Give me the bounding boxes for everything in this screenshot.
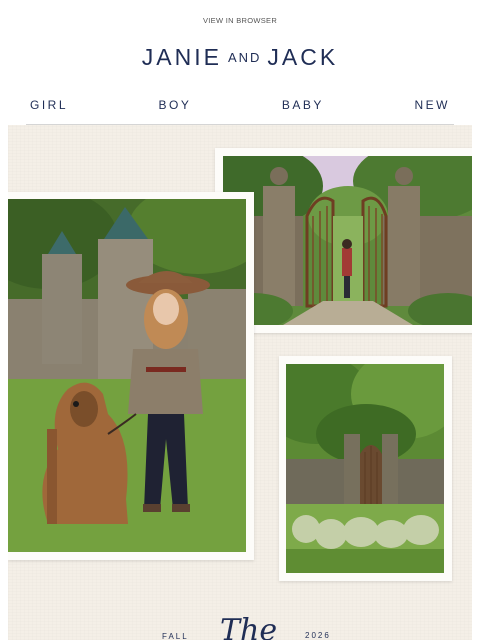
caption-season: FALL (162, 632, 189, 640)
nav-item-new[interactable]: NEW (414, 98, 450, 112)
nav-item-boy[interactable]: BOY (159, 98, 192, 112)
main-nav: GIRL BOY BABY NEW (30, 97, 450, 113)
gate-photo (223, 156, 472, 325)
stone-wall-photo (286, 364, 444, 573)
girl-photo-frame (8, 192, 254, 560)
wall-photo-frame (279, 356, 452, 581)
brand-name-right: JACK (267, 44, 339, 70)
brand-logo[interactable]: JANIE AND JACK (0, 44, 480, 71)
view-in-browser-link[interactable]: VIEW IN BROWSER (0, 16, 480, 25)
girl-with-dog-photo (8, 199, 246, 552)
brand-name-left: JANIE (141, 44, 222, 70)
caption-script-title: The (220, 613, 278, 640)
nav-item-girl[interactable]: GIRL (30, 98, 68, 112)
nav-item-baby[interactable]: BABY (282, 98, 324, 112)
hero-caption: FALL The 2026 (8, 613, 472, 640)
brand-name-and: AND (227, 50, 262, 65)
hero-banner[interactable]: FALL The 2026 (8, 125, 472, 640)
caption-year: 2026 (305, 631, 331, 640)
